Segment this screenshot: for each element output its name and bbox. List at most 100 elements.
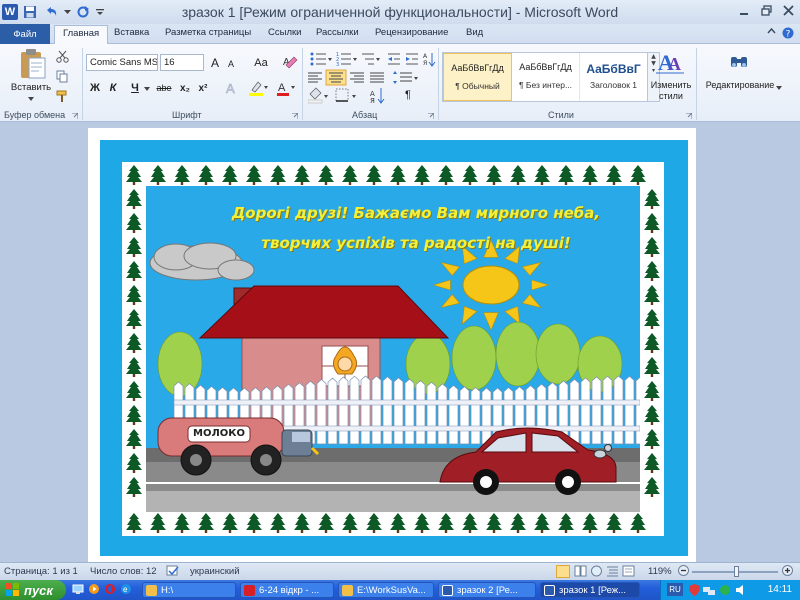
svg-text:Я: Я [370, 97, 375, 105]
print-layout-icon[interactable] [556, 565, 570, 578]
clock[interactable]: 14:11 [768, 584, 792, 595]
tab-page-layout[interactable]: Разметка страницы [165, 27, 251, 38]
pine-tree-icon [462, 513, 478, 533]
pine-tree-icon [126, 429, 142, 449]
change-case-button[interactable]: Aa [248, 54, 274, 71]
paste-button[interactable]: Вставить [8, 48, 54, 106]
tab-view[interactable]: Вид [466, 27, 483, 38]
volume-icon[interactable] [735, 584, 747, 599]
fence-picket [349, 375, 360, 445]
pine-tree-icon [126, 357, 142, 377]
pine-tree-icon [630, 513, 646, 533]
underline-label: Ч [131, 82, 139, 94]
zoom-level[interactable]: 119% [648, 566, 672, 577]
help-icon[interactable]: ? [782, 27, 794, 42]
bold-button[interactable]: Ж [88, 80, 102, 96]
zoom-in-icon[interactable] [782, 565, 793, 579]
opera-icon[interactable] [104, 583, 116, 598]
italic-label: К [109, 82, 117, 94]
font-name-field[interactable]: Comic Sans MS [86, 54, 158, 71]
zoom-slider-handle[interactable] [734, 566, 739, 577]
pine-tree-icon [150, 165, 166, 185]
start-button[interactable]: пуск [0, 580, 66, 600]
strikethrough-button[interactable]: abe [154, 80, 174, 96]
tab-insert[interactable]: Вставка [114, 27, 149, 38]
chevron-down-icon[interactable] [144, 84, 150, 94]
taskbar-button-pdf[interactable]: 6-24 відкр - ... [240, 582, 334, 598]
restore-icon[interactable] [756, 2, 776, 19]
cut-icon[interactable] [56, 50, 69, 66]
svg-text:Я: Я [423, 60, 427, 67]
font-size-field[interactable]: 16 [160, 54, 204, 71]
word-count[interactable]: Число слов: 12 [90, 566, 157, 577]
superscript-button[interactable]: x² [196, 80, 210, 96]
outline-view-icon[interactable] [606, 565, 619, 580]
tab-file[interactable]: Файл [0, 24, 50, 44]
draft-view-icon[interactable] [622, 565, 635, 580]
minimize-icon[interactable] [734, 2, 754, 19]
pine-tree-icon [294, 165, 310, 185]
grow-font-button[interactable]: A [208, 54, 222, 71]
document-area[interactable]: МОЛОКО Дорогі друзі! Бажаємо Вам мирного… [0, 122, 800, 562]
pine-tree-icon [644, 429, 660, 449]
dialog-launcher-icon[interactable] [428, 112, 435, 122]
pine-tree-icon [486, 513, 502, 533]
desktop-icon[interactable] [72, 583, 84, 598]
web-layout-icon[interactable] [590, 565, 603, 580]
folder-icon [342, 585, 353, 596]
fence-picket [426, 381, 437, 445]
proofing-icon[interactable] [166, 565, 180, 580]
close-icon[interactable] [778, 2, 798, 19]
tab-review[interactable]: Рецензирование [375, 27, 448, 38]
pine-tree-icon [644, 261, 660, 281]
tab-references[interactable]: Ссылки [268, 27, 301, 38]
show-marks-button[interactable]: ¶ [402, 88, 414, 102]
network-icon[interactable] [703, 584, 715, 599]
tab-mailings[interactable]: Рассылки [316, 27, 359, 38]
greeting-text[interactable]: Дорогі друзі! Бажаємо Вам мирного неба, … [196, 198, 636, 258]
style-heading-1[interactable]: АаБбВвГ Заголовок 1 [580, 53, 647, 101]
dialog-launcher-icon[interactable] [292, 112, 299, 122]
media-player-icon[interactable] [88, 583, 100, 598]
style-normal[interactable]: АаБбВвГгДд ¶ Обычный [443, 53, 512, 101]
taskbar-button-explorer[interactable]: H:\ [142, 582, 236, 598]
zoom-out-icon[interactable] [678, 565, 689, 579]
ie-icon[interactable]: e [120, 583, 132, 598]
style-no-spacing[interactable]: АаБбВвГгДд ¶ Без интер... [512, 53, 580, 101]
document-page[interactable]: МОЛОКО Дорогі друзі! Бажаємо Вам мирного… [88, 128, 696, 562]
clear-formatting-icon[interactable]: A [282, 54, 298, 73]
highlight-color-icon[interactable] [248, 80, 268, 99]
tree-border-frame: МОЛОКО Дорогі друзі! Бажаємо Вам мирного… [122, 162, 664, 536]
shield-icon[interactable] [689, 584, 700, 599]
shrink-font-button[interactable]: A [224, 56, 238, 71]
style-name: Заголовок 1 [589, 80, 638, 90]
change-styles-icon: A A [656, 50, 684, 75]
language[interactable]: украинский [190, 566, 240, 577]
subscript-button[interactable]: x₂ [178, 80, 192, 96]
change-styles-button[interactable]: A A Изменить стили [648, 48, 694, 108]
pine-tree-icon [126, 513, 142, 533]
format-painter-icon[interactable] [56, 90, 69, 106]
change-styles-label-line1: Изменить [650, 80, 692, 90]
dialog-launcher-icon[interactable] [686, 112, 693, 122]
sun-ray [521, 261, 542, 277]
taskbar-button-folder[interactable]: E:\WorkSusVa... [338, 582, 434, 598]
font-color-icon[interactable]: A [276, 80, 296, 99]
tab-home[interactable]: Главная [54, 25, 109, 45]
chevron-up-icon[interactable] [767, 27, 776, 42]
pine-tree-icon [366, 513, 382, 533]
taskbar-button-word-2[interactable]: зразок 2 [Ре... [438, 582, 536, 598]
page-count[interactable]: Страница: 1 из 1 [4, 566, 78, 577]
text-effects-icon[interactable]: A [224, 81, 240, 98]
language-indicator[interactable]: RU [667, 583, 683, 596]
pine-tree-icon [318, 165, 334, 185]
dialog-launcher-icon[interactable] [72, 112, 79, 122]
underline-button[interactable]: Ч [128, 80, 142, 96]
fence-picket [624, 375, 635, 445]
editing-button[interactable]: Редактирование [700, 48, 782, 98]
full-screen-reading-icon[interactable] [574, 565, 587, 580]
antivirus-icon[interactable] [719, 584, 731, 599]
italic-button[interactable]: К [106, 80, 120, 96]
taskbar-button-word-1[interactable]: зразок 1 [Реж... [540, 582, 640, 598]
copy-icon[interactable] [56, 70, 69, 86]
